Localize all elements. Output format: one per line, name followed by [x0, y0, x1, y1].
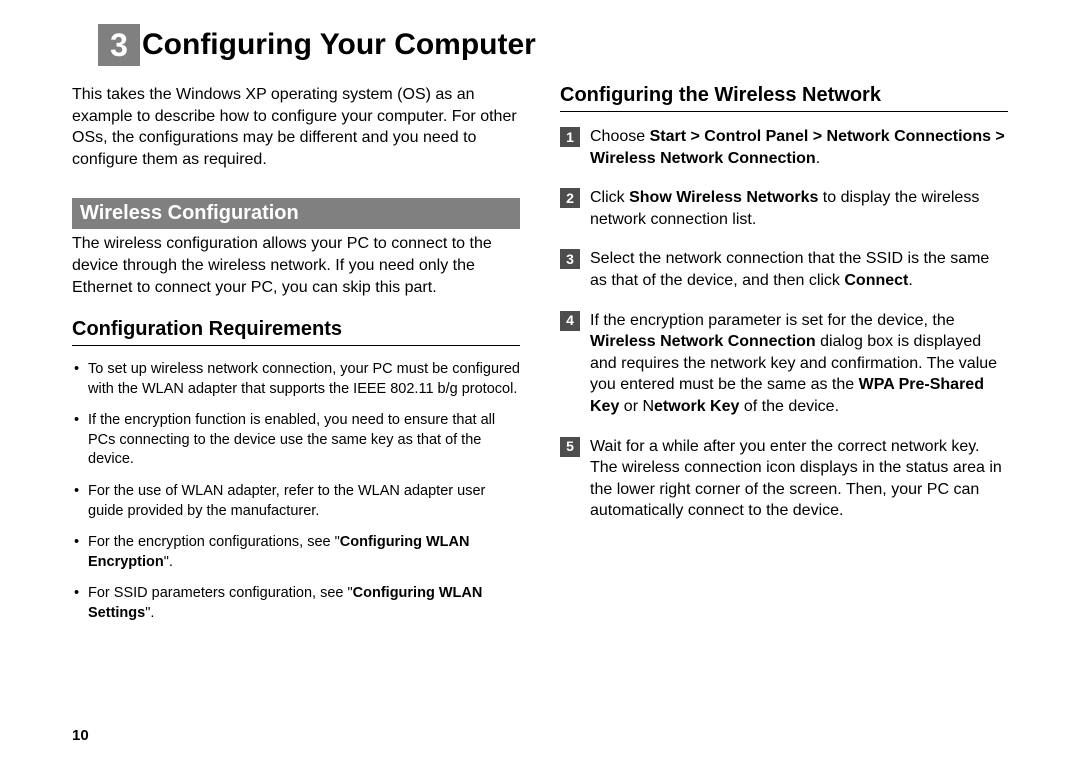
left-column: This takes the Windows XP operating syst…	[72, 84, 520, 635]
step-number-badge: 5	[560, 437, 580, 457]
step-number-badge: 3	[560, 249, 580, 269]
subhead-configuring-wireless-network: Configuring the Wireless Network	[560, 84, 1008, 112]
step-number-badge: 1	[560, 127, 580, 147]
list-item-text: ".	[145, 605, 154, 621]
step-item: 2 Click Show Wireless Networks to displa…	[560, 187, 1008, 230]
subhead-config-requirements: Configuration Requirements	[72, 318, 520, 346]
chapter-number-badge: 3	[98, 24, 140, 66]
list-item-text: ".	[164, 554, 173, 570]
step-text-segment: If the encryption parameter is set for t…	[590, 312, 955, 329]
step-item: 3 Select the network connection that the…	[560, 248, 1008, 291]
step-text: Select the network connection that the S…	[590, 248, 1008, 291]
chapter-title: Configuring Your Computer	[142, 28, 536, 62]
step-text-segment: .	[816, 150, 820, 167]
step-text-segment: or N	[619, 398, 654, 415]
right-column: Configuring the Wireless Network 1 Choos…	[560, 84, 1008, 635]
step-text-bold: Show Wireless Networks	[629, 189, 818, 206]
step-text-segment: Click	[590, 189, 629, 206]
chapter-heading: 3 Configuring Your Computer	[98, 24, 1008, 66]
steps-list: 1 Choose Start > Control Panel > Network…	[560, 126, 1008, 522]
step-text-bold: Wireless Network Connection	[590, 333, 816, 350]
step-item: 4 If the encryption parameter is set for…	[560, 310, 1008, 418]
step-text: Wait for a while after you enter the cor…	[590, 436, 1008, 522]
list-item-text: For the encryption configurations, see "	[88, 534, 340, 550]
step-text-segment: of the device.	[739, 398, 839, 415]
list-item: If the encryption function is enabled, y…	[72, 411, 520, 470]
step-text-bold: Start > Control Panel > Network Connecti…	[590, 128, 1005, 167]
step-text: Choose Start > Control Panel > Network C…	[590, 126, 1008, 169]
step-number-badge: 2	[560, 188, 580, 208]
step-text-segment: Choose	[590, 128, 650, 145]
step-item: 1 Choose Start > Control Panel > Network…	[560, 126, 1008, 169]
list-item: For SSID parameters configuration, see "…	[72, 584, 520, 623]
intro-paragraph: This takes the Windows XP operating syst…	[72, 84, 520, 170]
section-bar-wireless-config: Wireless Configuration	[72, 198, 520, 229]
section-body-wireless-config: The wireless configuration allows your P…	[72, 233, 520, 298]
list-item: For the use of WLAN adapter, refer to th…	[72, 482, 520, 521]
two-column-layout: This takes the Windows XP operating syst…	[72, 84, 1008, 635]
list-item: For the encryption configurations, see "…	[72, 533, 520, 572]
step-number-badge: 4	[560, 311, 580, 331]
step-text-bold: Connect	[844, 272, 908, 289]
list-item-text: For SSID parameters configuration, see "	[88, 585, 353, 601]
step-text-bold: etwork Key	[654, 398, 739, 415]
page-number: 10	[72, 727, 89, 744]
step-text-segment: Select the network connection that the S…	[590, 250, 989, 289]
page-container: 3 Configuring Your Computer This takes t…	[0, 0, 1080, 635]
list-item: To set up wireless network connection, y…	[72, 360, 520, 399]
step-item: 5 Wait for a while after you enter the c…	[560, 436, 1008, 522]
step-text: Click Show Wireless Networks to display …	[590, 187, 1008, 230]
step-text-segment: .	[908, 272, 912, 289]
requirements-list: To set up wireless network connection, y…	[72, 360, 520, 623]
step-text: If the encryption parameter is set for t…	[590, 310, 1008, 418]
